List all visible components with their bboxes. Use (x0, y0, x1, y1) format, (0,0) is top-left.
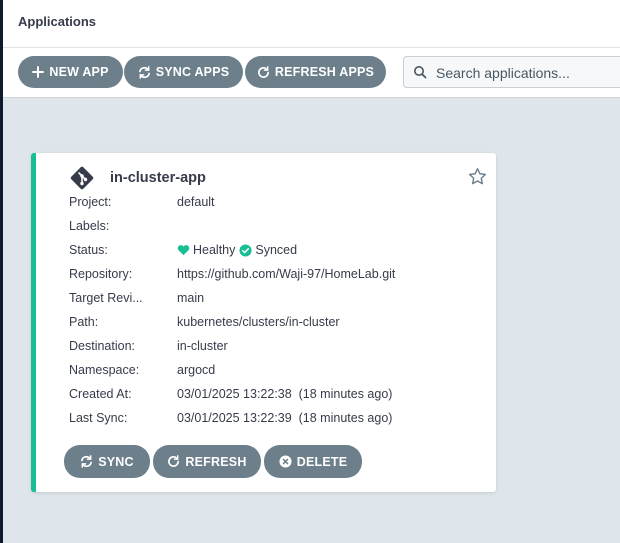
sync-icon (80, 455, 93, 468)
new-app-button[interactable]: NEW APP (18, 56, 123, 88)
close-circle-icon (279, 455, 292, 468)
field-value: argocd (177, 363, 216, 377)
application-card[interactable]: in-cluster-app Project: default Labels: … (31, 153, 496, 492)
check-circle-icon (239, 243, 252, 257)
refresh-apps-label: REFRESH APPS (274, 65, 375, 79)
field-value: kubernetes/clusters/in-cluster (177, 315, 340, 329)
field-label: Path: (69, 315, 99, 329)
search-icon (413, 65, 427, 84)
delete-button[interactable]: DELETE (264, 445, 362, 478)
search-box (403, 56, 620, 88)
field-label: Last Sync: (69, 411, 128, 425)
new-app-label: NEW APP (49, 65, 109, 79)
field-label: Destination: (69, 339, 136, 353)
refresh-apps-button[interactable]: REFRESH APPS (245, 56, 386, 88)
heart-icon (177, 244, 190, 256)
sync-label: SYNC (98, 454, 134, 469)
field-label: Project: (69, 195, 112, 209)
search-input[interactable] (434, 62, 620, 84)
app-name[interactable]: in-cluster-app (110, 170, 206, 186)
git-icon (69, 165, 95, 196)
health-status: Healthy (193, 243, 236, 257)
toolbar: NEW APP SYNC APPS REFRESH APPS (3, 48, 620, 98)
field-label: Repository: (69, 267, 133, 281)
sync-apps-button[interactable]: SYNC APPS (124, 56, 243, 88)
sync-icon (138, 65, 151, 79)
field-value: 03/01/2025 13:22:39 (18 minutes ago) (177, 411, 393, 425)
field-value: 03/01/2025 13:22:38 (18 minutes ago) (177, 387, 393, 401)
field-label: Target Revi... (69, 291, 143, 305)
field-value: main (177, 291, 205, 305)
delete-label: DELETE (296, 454, 348, 469)
field-label: Namespace: (69, 363, 140, 377)
sync-status: Synced (255, 243, 298, 257)
field-value: default (177, 195, 215, 209)
field-label: Created At: (69, 387, 132, 401)
refresh-icon (167, 455, 180, 468)
status-value: Healthy Synced (177, 243, 297, 257)
refresh-icon (257, 65, 270, 79)
field-value: https://github.com/Waji-97/HomeLab.git (177, 267, 396, 281)
refresh-button[interactable]: REFRESH (153, 445, 261, 478)
sync-button[interactable]: SYNC (64, 445, 150, 478)
refresh-label: REFRESH (185, 454, 247, 469)
page-header: Applications (3, 0, 620, 48)
star-icon[interactable] (468, 167, 487, 191)
field-label: Labels: (69, 219, 110, 233)
sync-apps-label: SYNC APPS (155, 65, 230, 79)
page-title: Applications (18, 14, 97, 29)
field-label: Status: (69, 243, 108, 257)
field-value: in-cluster (177, 339, 228, 353)
plus-icon (32, 66, 45, 78)
